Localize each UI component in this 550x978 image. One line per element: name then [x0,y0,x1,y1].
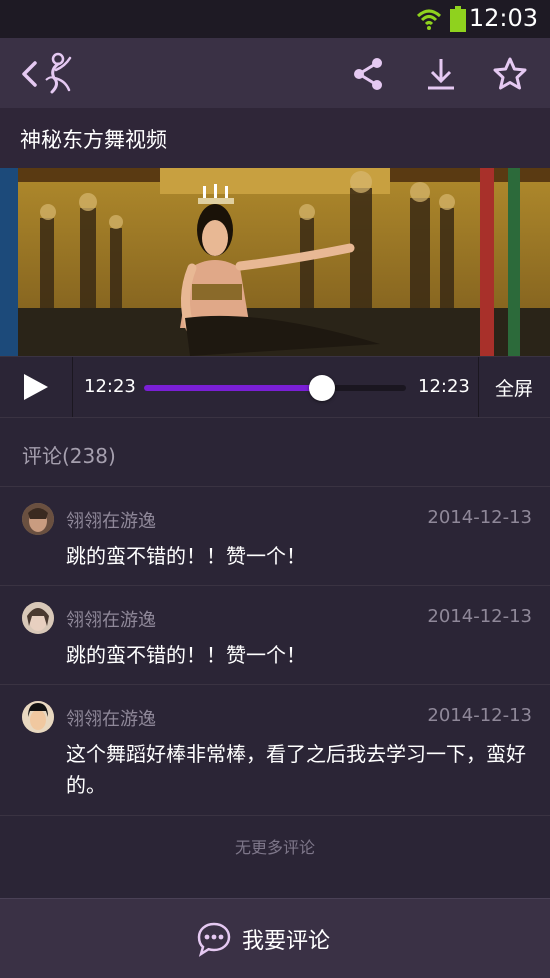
list-item[interactable]: 翎翎在游逸 2014-12-13 这个舞蹈好棒非常棒，看了之后我去学习一下，蛮好… [0,684,550,815]
list-item[interactable]: 翎翎在游逸 2014-12-13 跳的蛮不错的！！赞一个！ [0,585,550,684]
comment-text: 跳的蛮不错的！！赞一个！ [66,643,306,667]
wifi-icon [416,9,442,30]
avatar[interactable] [22,503,54,535]
dancer-logo-icon [40,52,76,96]
player-controls: 12:23 12:23 全屏 [0,356,550,418]
seek-thumb[interactable] [309,375,336,401]
comment-date: 2014-12-13 [427,606,532,627]
download-icon[interactable] [419,52,463,96]
video-player[interactable] [0,168,550,356]
comment-date: 2014-12-13 [427,705,532,726]
comment-user[interactable]: 翎翎在游逸 [66,507,156,533]
avatar[interactable] [22,602,54,634]
fullscreen-button[interactable]: 全屏 [478,357,550,417]
comment-list: 翎翎在游逸 2014-12-13 跳的蛮不错的！！赞一个！ 翎翎在游逸 2014… [0,486,550,816]
comment-user[interactable]: 翎翎在游逸 [66,606,156,632]
video-title: 神秘东方舞视频 [20,128,167,152]
seek-bar[interactable] [144,375,406,401]
comment-user[interactable]: 翎翎在游逸 [66,705,156,731]
no-more-comments: 无更多评论 [234,838,315,857]
share-icon[interactable] [346,52,390,96]
status-bar: 12:03 [0,0,550,38]
play-icon[interactable] [18,371,52,403]
seek-progress [144,385,323,391]
avatar[interactable] [22,701,54,733]
comment-text: 跳的蛮不错的！！赞一个！ [66,544,306,568]
speech-bubble-icon [197,922,231,957]
star-icon[interactable] [488,52,532,96]
battery-icon [450,6,466,32]
current-time: 12:23 [84,376,136,397]
comments-header: 评论(238) [22,444,116,468]
divider [0,815,550,816]
write-comment-button[interactable]: 我要评论 [196,919,330,959]
separator [72,357,73,417]
video-frame-image [0,168,550,356]
bottom-bar: 我要评论 [0,898,550,978]
list-item[interactable]: 翎翎在游逸 2014-12-13 跳的蛮不错的！！赞一个！ [0,486,550,585]
comment-date: 2014-12-13 [427,507,532,528]
comment-text: 这个舞蹈好棒非常棒，看了之后我去学习一下，蛮好的。 [66,742,526,797]
video-title-bar: 神秘东方舞视频 [0,108,550,168]
top-toolbar [0,38,550,108]
write-comment-label: 我要评论 [242,929,331,954]
status-time: 12:03 [468,4,538,32]
total-time: 12:23 [418,376,470,397]
